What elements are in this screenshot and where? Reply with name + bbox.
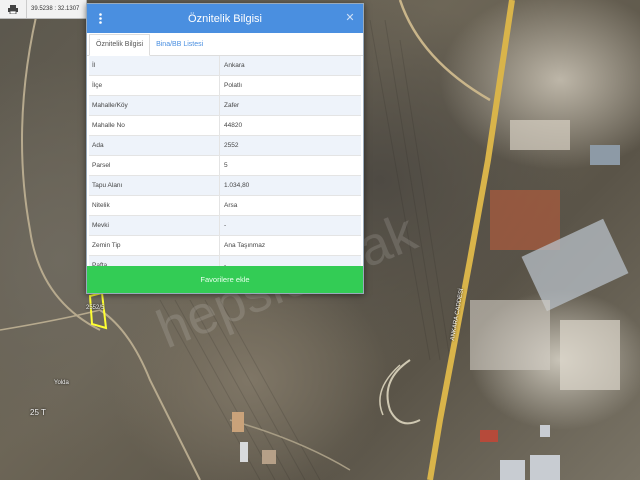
attr-value: 44820 xyxy=(224,122,243,129)
attr-key: Mahalle No xyxy=(89,116,220,135)
table-row: Tapu Alanı 1.034,80 xyxy=(89,176,361,196)
coordinate-readout: 39.5238 : 32.1307 xyxy=(31,6,80,12)
attr-value: Polatlı xyxy=(224,82,243,89)
table-row: Zemin Tip Ana Taşınmaz xyxy=(89,236,361,256)
kebab-menu-icon xyxy=(98,13,102,24)
attribute-info-dialog: Öznitelik Bilgisi ✕ Öznitelik Bilgisi Bi… xyxy=(86,3,364,294)
attr-key: İlçe xyxy=(89,76,220,95)
table-row: Nitelik Arsa xyxy=(89,196,361,216)
attr-value: - xyxy=(224,222,227,229)
close-icon: ✕ xyxy=(345,12,355,24)
attr-key: İl xyxy=(89,56,220,75)
print-icon xyxy=(8,4,18,14)
table-row: Mevki - xyxy=(89,216,361,236)
attr-value: Ana Taşınmaz xyxy=(224,242,266,249)
attr-value: 2552 xyxy=(224,142,239,149)
attr-value: Zafer xyxy=(224,102,240,109)
attribute-table: İl Ankara İlçe Polatlı Mahalle/Köy Zafer… xyxy=(87,56,363,276)
attr-key: Mahalle/Köy xyxy=(89,96,220,115)
attr-value: 1.034,80 xyxy=(224,182,250,189)
table-row: İlçe Polatlı xyxy=(89,76,361,96)
dialog-header[interactable]: Öznitelik Bilgisi ✕ xyxy=(87,4,363,33)
table-row: Mahalle/Köy Zafer xyxy=(89,96,361,116)
map-toolbar: 39.5238 : 32.1307 xyxy=(0,0,87,19)
map-label-yolda: Yolda xyxy=(54,380,69,386)
print-button[interactable] xyxy=(0,0,27,18)
table-row: Parsel 5 xyxy=(89,156,361,176)
attr-key: Tapu Alanı xyxy=(89,176,220,195)
attr-key: Mevki xyxy=(89,216,220,235)
table-row: Ada 2552 xyxy=(89,136,361,156)
tab-building-list[interactable]: Bina/BB Listesi xyxy=(150,35,209,55)
dialog-tabs: Öznitelik Bilgisi Bina/BB Listesi xyxy=(87,33,363,56)
attr-key: Ada xyxy=(89,136,220,155)
attr-key: Zemin Tip xyxy=(89,236,220,255)
dialog-title: Öznitelik Bilgisi xyxy=(188,12,262,25)
attr-key: Nitelik xyxy=(89,196,220,215)
attr-value: 5 xyxy=(224,162,228,169)
map-label-25t: 25 T xyxy=(30,408,46,417)
attr-key: Parsel xyxy=(89,156,220,175)
parcel-label: 2552/5 xyxy=(86,305,105,311)
add-to-favorites-button[interactable]: Favorilere ekle xyxy=(87,266,363,293)
attr-value: Ankara xyxy=(224,62,245,69)
menu-button[interactable] xyxy=(95,12,105,25)
table-row: Mahalle No 44820 xyxy=(89,116,361,136)
tab-attribute-info[interactable]: Öznitelik Bilgisi xyxy=(89,34,151,56)
close-button[interactable]: ✕ xyxy=(344,12,356,24)
table-row: İl Ankara xyxy=(89,56,361,76)
attr-value: Arsa xyxy=(224,202,238,209)
